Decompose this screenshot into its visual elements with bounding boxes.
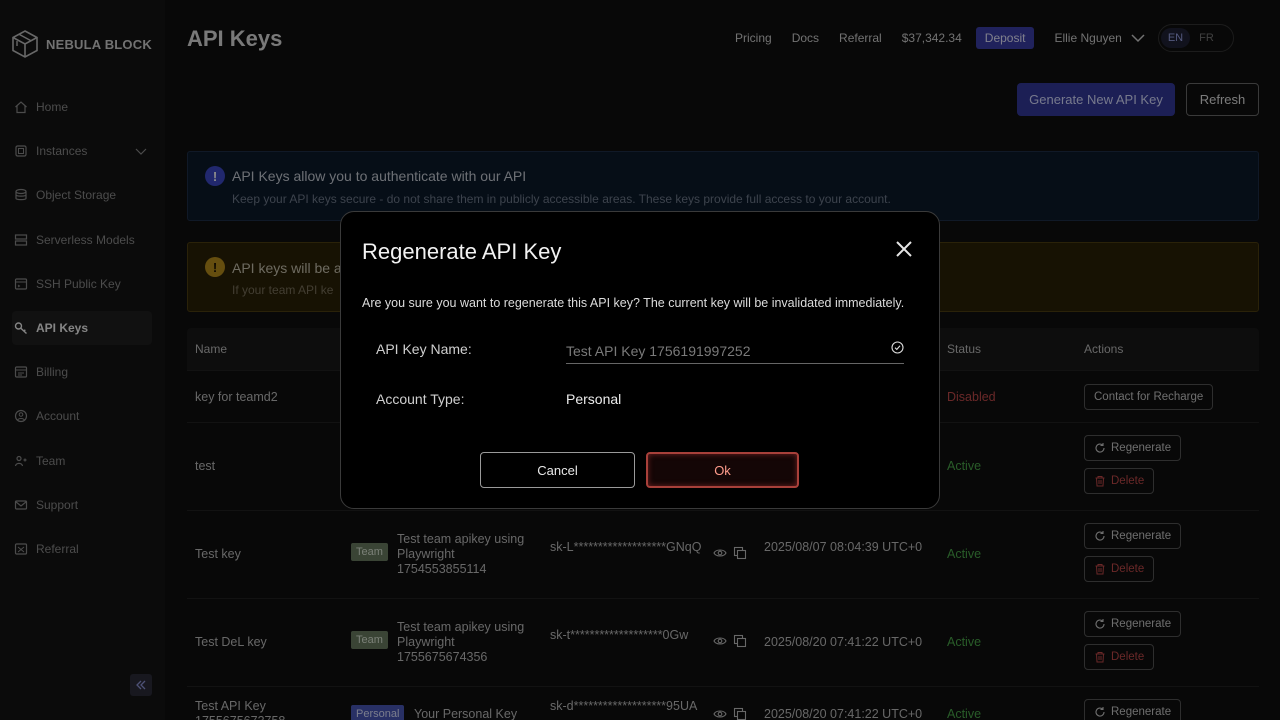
modal-backdrop[interactable]: Regenerate API Key Are you sure you want… (0, 0, 1280, 720)
cancel-button[interactable]: Cancel (480, 452, 635, 488)
ok-button[interactable]: Ok (646, 452, 799, 488)
close-icon[interactable] (894, 239, 914, 259)
api-key-name-label: API Key Name: (376, 341, 472, 357)
api-key-name-input[interactable] (566, 338, 904, 364)
dialog-title: Regenerate API Key (362, 239, 562, 264)
regenerate-dialog: Regenerate API Key Are you sure you want… (340, 211, 940, 509)
account-type-label: Account Type: (376, 391, 465, 407)
app: NEBULA BLOCK Home Instances Object Stora… (0, 0, 1280, 720)
account-type-value: Personal (566, 391, 622, 407)
check-circle-icon (891, 341, 904, 354)
dialog-message: Are you sure you want to regenerate this… (362, 296, 905, 310)
